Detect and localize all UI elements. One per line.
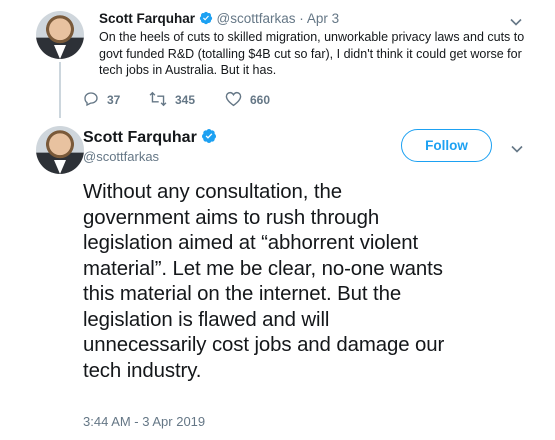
retweet-count: 345 — [175, 93, 196, 107]
main-tweet-text: Without any consultation, the government… — [83, 180, 549, 384]
main-author-name-text: Scott Farquhar — [83, 129, 197, 146]
main-text-line: unnecessarily cost jobs and damage our — [83, 334, 445, 356]
like-button[interactable]: 660 — [225, 91, 271, 110]
verified-badge-icon — [201, 128, 217, 149]
reply-icon — [83, 91, 99, 110]
main-text-line: legislation is flawed and will — [83, 308, 330, 331]
parent-text-line: govt funded R&D (totalling $4B cut so fa… — [99, 46, 522, 61]
parent-tweet-text: On the heels of cuts to skilled migratio… — [99, 29, 529, 79]
main-text-line: material”. Let me be clear, no-one wants — [83, 257, 443, 280]
follow-button[interactable]: Follow — [401, 129, 492, 162]
parent-text-line: tech jobs in Australia. But it has. — [99, 63, 277, 77]
chevron-down-icon[interactable] — [509, 14, 523, 26]
reply-button[interactable]: 37 — [83, 91, 121, 110]
thread-connector-line — [59, 62, 61, 118]
main-text-line: government aims to rush through — [83, 206, 380, 229]
parent-tweet-date[interactable]: Apr 3 — [307, 11, 339, 26]
parent-tweet-avatar[interactable] — [36, 11, 84, 59]
heart-icon — [225, 91, 242, 110]
parent-tweet-header: Scott Farquhar @scottfarkas · Apr 3 — [99, 11, 339, 29]
main-text-line: Without any consultation, the — [83, 181, 342, 203]
like-count: 660 — [250, 93, 271, 107]
parent-author-name[interactable]: Scott Farquhar — [99, 11, 195, 26]
separator-dot: · — [299, 11, 304, 26]
main-text-line: legislation aimed at “abhorrent violent — [83, 232, 419, 254]
reply-count: 37 — [107, 93, 121, 107]
main-author-name[interactable]: Scott Farquhar — [83, 128, 217, 149]
parent-author-handle[interactable]: @scottfarkas — [217, 11, 296, 26]
parent-text-line: On the heels of cuts to skilled migratio… — [99, 30, 525, 44]
chevron-down-icon[interactable] — [510, 141, 524, 153]
verified-badge-icon — [199, 11, 213, 29]
main-text-line: tech industry. — [83, 359, 202, 382]
main-author-handle[interactable]: @scottfarkas — [83, 149, 159, 164]
main-text-line: this material on the internet. But the — [83, 283, 402, 305]
main-tweet-avatar[interactable] — [36, 126, 84, 174]
retweet-button[interactable]: 345 — [149, 91, 196, 110]
retweet-icon — [149, 91, 167, 110]
tweet-timestamp[interactable]: 3:44 AM - 3 Apr 2019 — [83, 414, 205, 429]
